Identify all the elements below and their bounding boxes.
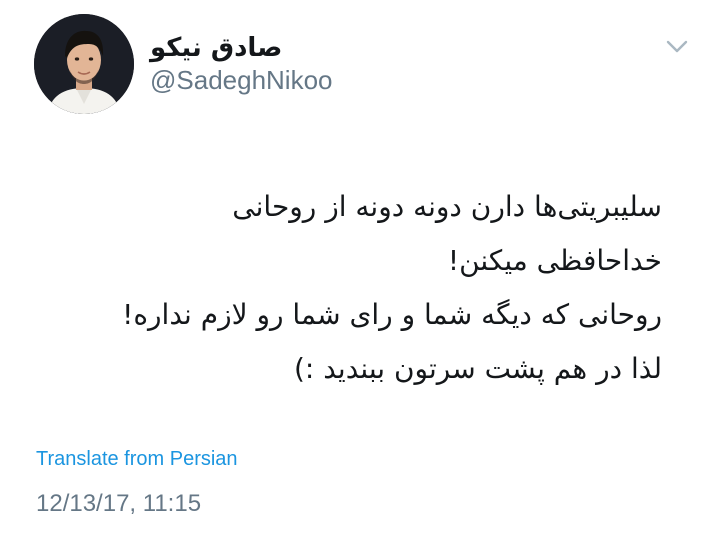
translate-link[interactable]: Translate from Persian xyxy=(36,444,238,474)
tweet-text-line: روحانی که دیگه شما و رای شما رو لازم ندا… xyxy=(122,298,662,331)
chevron-down-icon[interactable] xyxy=(662,34,692,58)
tweet-card: صادق نیکو @SadeghNikoo سلیبریتی‌ها دارن … xyxy=(0,0,720,538)
tweet-text-line: خداحافظی میکنن! xyxy=(447,244,662,277)
tweet-text: سلیبریتی‌ها دارن دونه دونه از روحانی خدا… xyxy=(30,180,662,396)
avatar[interactable] xyxy=(34,14,134,114)
tweet-text-line: سلیبریتی‌ها دارن دونه دونه از روحانی xyxy=(232,190,662,223)
user-handle[interactable]: @SadeghNikoo xyxy=(150,62,333,98)
tweet-text-line: لذا در هم پشت سرتون ببندید :) xyxy=(293,352,662,385)
timestamp[interactable]: 12/13/17, 11:15 xyxy=(36,486,201,522)
avatar-photo xyxy=(34,14,134,114)
